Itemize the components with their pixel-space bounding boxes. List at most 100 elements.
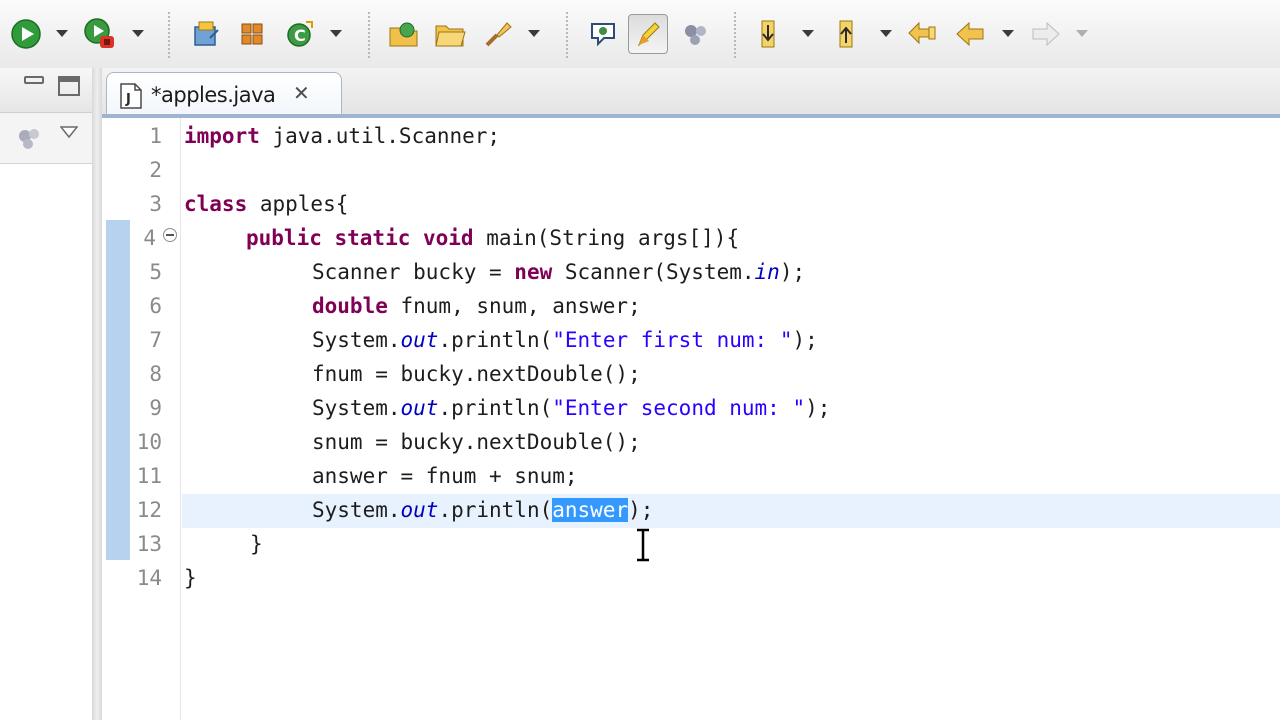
code-text: ); bbox=[805, 396, 831, 420]
debug-dropdown-icon[interactable] bbox=[132, 30, 144, 37]
code-text: Scanner(System. bbox=[552, 260, 755, 284]
keyword: class bbox=[184, 192, 248, 216]
back-button[interactable] bbox=[950, 14, 990, 54]
code-text: apples{ bbox=[247, 192, 349, 216]
code-line: import java.util.Scanner; bbox=[184, 124, 500, 148]
forward-button[interactable] bbox=[1026, 14, 1066, 54]
search-icon bbox=[485, 22, 512, 47]
debug-icon bbox=[84, 18, 114, 48]
last-edit-icon bbox=[908, 21, 936, 45]
line-number: 7 bbox=[149, 328, 162, 352]
view-sash[interactable] bbox=[92, 68, 102, 720]
string-literal: "Enter second num: " bbox=[552, 396, 806, 420]
code-text: .println( bbox=[438, 498, 553, 522]
code-line: } bbox=[184, 566, 197, 590]
code-line: double fnum, snum, answer; bbox=[312, 294, 641, 318]
new-package-icon bbox=[241, 23, 263, 45]
previous-annotation-icon bbox=[839, 20, 853, 48]
mark-occurrences-icon bbox=[637, 22, 660, 47]
next-annotation-dropdown-icon[interactable] bbox=[802, 30, 814, 37]
new-package-button[interactable] bbox=[232, 14, 272, 54]
open-type-button[interactable] bbox=[384, 14, 424, 54]
next-annotation-button[interactable] bbox=[748, 14, 788, 54]
code-text: System. bbox=[312, 328, 401, 352]
run-button[interactable] bbox=[6, 14, 46, 54]
code-text: .println( bbox=[438, 396, 553, 420]
line-number: 10 bbox=[136, 430, 162, 454]
search-button[interactable] bbox=[478, 14, 518, 54]
keyword: public static void bbox=[246, 226, 474, 250]
toggle-breakpoint-icon bbox=[591, 23, 615, 47]
line-number: 11 bbox=[136, 464, 162, 488]
search-dropdown-icon[interactable] bbox=[528, 30, 540, 37]
new-class-dropdown-icon[interactable] bbox=[330, 30, 342, 37]
debug-button[interactable] bbox=[80, 14, 120, 54]
svg-text:J: J bbox=[125, 92, 131, 107]
forward-dropdown-icon[interactable] bbox=[1076, 30, 1088, 37]
code-line: } bbox=[250, 532, 263, 556]
line-number: 6 bbox=[149, 294, 162, 318]
text-cursor-icon bbox=[637, 528, 649, 562]
static-field: out bbox=[400, 396, 439, 420]
link-with-editor-icon[interactable] bbox=[14, 123, 44, 153]
tab-title: *apples.java bbox=[151, 83, 276, 107]
view-menu-icon[interactable] bbox=[60, 125, 78, 139]
code-text: System. bbox=[312, 396, 401, 420]
code-text: ); bbox=[628, 498, 654, 522]
static-field: out bbox=[400, 328, 439, 352]
previous-annotation-dropdown-icon[interactable] bbox=[880, 30, 892, 37]
new-java-project-button[interactable] bbox=[186, 14, 226, 54]
keyword: new bbox=[514, 260, 553, 284]
code-text: Scanner bucky = bbox=[312, 260, 515, 284]
code-text: ); bbox=[792, 328, 818, 352]
code-line: answer = fnum + snum; bbox=[312, 464, 578, 488]
keyword: double bbox=[312, 294, 388, 318]
selected-text[interactable]: answer bbox=[552, 498, 629, 522]
minimize-icon[interactable] bbox=[24, 76, 44, 84]
code-line: Scanner bucky = new Scanner(System.in); bbox=[312, 260, 805, 284]
static-field: out bbox=[400, 498, 439, 522]
maximize-icon[interactable] bbox=[58, 76, 80, 96]
new-class-button[interactable]: C bbox=[280, 14, 320, 54]
code-text: ); bbox=[779, 260, 806, 284]
toggle-whitespace-button[interactable] bbox=[676, 14, 716, 54]
run-icon bbox=[11, 19, 41, 49]
line-number: 5 bbox=[149, 260, 162, 284]
code-line: class apples{ bbox=[184, 192, 348, 216]
line-number: 1 bbox=[149, 124, 162, 148]
editor-tab-apples-java[interactable]: J *apples.java ✕ bbox=[106, 72, 342, 116]
line-number: 4 bbox=[143, 226, 156, 250]
keyword: import bbox=[184, 124, 260, 148]
run-dropdown-icon[interactable] bbox=[56, 30, 68, 37]
code-line: System.out.println("Enter first num: "); bbox=[312, 328, 818, 352]
toggle-breakpoint-button[interactable] bbox=[584, 14, 624, 54]
toolbar-separator bbox=[168, 12, 170, 58]
back-icon bbox=[956, 21, 984, 47]
view-toolbar bbox=[0, 113, 92, 164]
svg-text:C: C bbox=[294, 26, 306, 45]
code-line: public static void main(String args[]){ bbox=[246, 226, 739, 250]
open-folder-button[interactable] bbox=[430, 14, 470, 54]
line-number: 2 bbox=[149, 158, 162, 182]
line-number: 13 bbox=[136, 532, 162, 556]
last-edit-location-button[interactable] bbox=[902, 14, 942, 54]
code-line: System.out.println("Enter second num: ")… bbox=[312, 396, 830, 420]
previous-annotation-button[interactable] bbox=[826, 14, 866, 54]
toolbar-separator bbox=[734, 12, 736, 58]
code-line: System.out.println(answer); bbox=[312, 498, 653, 522]
close-icon[interactable]: ✕ bbox=[293, 81, 310, 105]
toggle-whitespace-icon bbox=[685, 25, 706, 45]
mark-occurrences-button[interactable] bbox=[628, 14, 668, 54]
code-text: .println( bbox=[438, 328, 553, 352]
back-dropdown-icon[interactable] bbox=[1002, 30, 1014, 37]
toolbar-separator bbox=[566, 12, 568, 58]
line-number: 3 bbox=[149, 192, 162, 216]
collapse-fold-icon[interactable] bbox=[163, 228, 177, 242]
code-text: java.util.Scanner; bbox=[259, 124, 501, 148]
line-number: 8 bbox=[149, 362, 162, 386]
string-literal: "Enter first num: " bbox=[552, 328, 793, 352]
main-toolbar: C bbox=[0, 0, 1280, 69]
new-class-icon: C bbox=[287, 21, 313, 47]
static-field: in bbox=[754, 260, 780, 284]
code-line: fnum = bucky.nextDouble(); bbox=[312, 362, 641, 386]
